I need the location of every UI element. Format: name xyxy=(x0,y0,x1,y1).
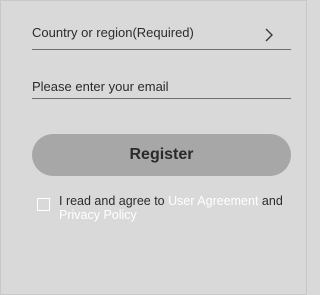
register-button[interactable]: Register xyxy=(32,134,291,176)
user-agreement-link[interactable]: User Agreement xyxy=(168,194,258,208)
agreement-and: and xyxy=(258,194,283,208)
country-region-label: Country or region(Required) xyxy=(32,25,194,40)
agree-checkbox[interactable] xyxy=(37,198,50,211)
email-input[interactable] xyxy=(32,75,291,99)
chevron-right-icon xyxy=(265,28,273,42)
register-screen: Country or region(Required) Register I r… xyxy=(0,0,307,295)
country-region-selector[interactable]: Country or region(Required) xyxy=(32,19,291,50)
agreement-text: I read and agree to User Agreement and Pr… xyxy=(59,194,297,222)
agreement-prefix: I read and agree to xyxy=(59,194,169,208)
agreement-row: I read and agree to User Agreement and Pr… xyxy=(37,194,297,234)
privacy-policy-link[interactable]: Privacy Policy xyxy=(59,208,137,222)
